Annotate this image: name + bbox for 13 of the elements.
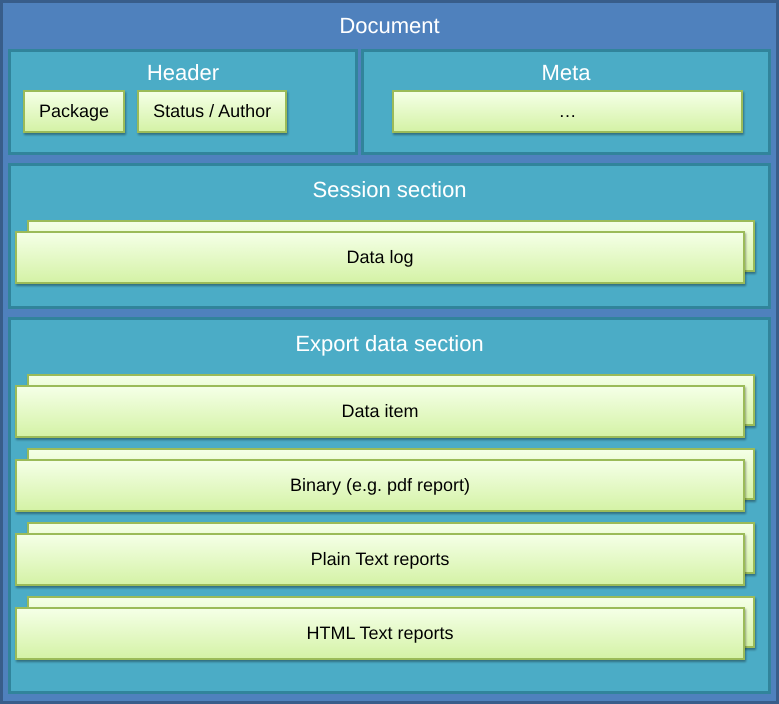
field-card: …: [392, 90, 743, 133]
section-title: Export data section: [294, 330, 485, 358]
item-card: Data log: [15, 231, 745, 284]
document-title: Document: [338, 12, 441, 40]
panel-title: Meta: [540, 59, 592, 87]
section-title: Session section: [311, 176, 468, 204]
item-card: HTML Text reports: [15, 607, 745, 660]
field-card: Package: [23, 90, 126, 133]
item-card: Binary (e.g. pdf report): [15, 459, 745, 512]
panel-title: Header: [146, 59, 220, 87]
item-card: Data item: [15, 385, 745, 438]
item-card: Plain Text reports: [15, 533, 745, 586]
field-card: Status / Author: [137, 90, 288, 133]
